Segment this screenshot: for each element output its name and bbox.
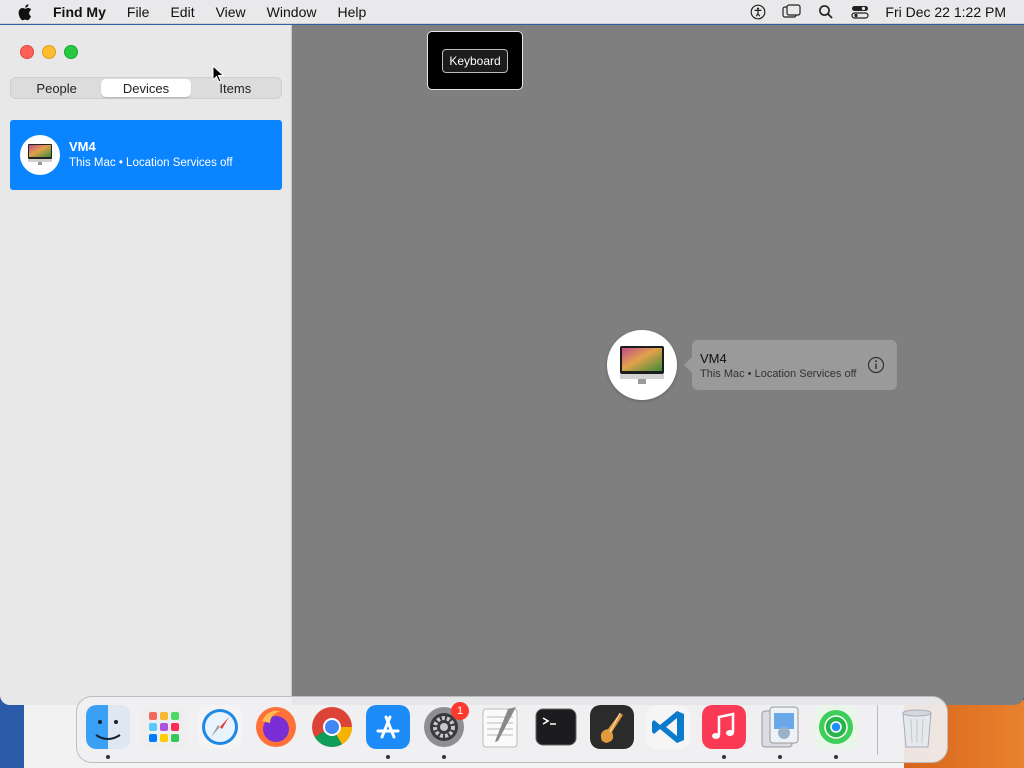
- map-device-pin[interactable]: [607, 330, 677, 400]
- running-indicator: [442, 755, 446, 759]
- find-my-icon[interactable]: [814, 705, 858, 749]
- menu-view[interactable]: View: [216, 4, 246, 20]
- callout-device-subtitle: This Mac • Location Services off: [700, 368, 857, 380]
- running-indicator: [778, 755, 782, 759]
- menu-clock[interactable]: Fri Dec 22 1:22 PM: [885, 4, 1006, 20]
- app-store-icon[interactable]: [366, 705, 410, 749]
- launchpad-icon[interactable]: [142, 705, 186, 749]
- device-list-item[interactable]: VM4 This Mac • Location Services off: [10, 120, 282, 190]
- spotlight-search-icon[interactable]: [815, 4, 837, 20]
- safari-icon[interactable]: [198, 705, 242, 749]
- sidebar: People Devices Items VM4 This Mac • Loca…: [0, 25, 292, 705]
- control-center-icon[interactable]: [849, 4, 871, 20]
- dock-separator: [877, 705, 878, 755]
- zoom-button[interactable]: [64, 45, 78, 59]
- close-button[interactable]: [20, 45, 34, 59]
- firefox-icon[interactable]: [254, 705, 298, 749]
- vscode-icon[interactable]: [646, 705, 690, 749]
- running-indicator: [106, 755, 110, 759]
- running-indicator: [722, 755, 726, 759]
- running-indicator: [834, 755, 838, 759]
- garageband-icon[interactable]: [590, 705, 634, 749]
- tab-people[interactable]: People: [12, 79, 101, 97]
- mouse-cursor-icon: [212, 65, 225, 83]
- tab-devices[interactable]: Devices: [101, 79, 191, 97]
- device-subtitle: This Mac • Location Services off: [69, 157, 233, 169]
- menu-file[interactable]: File: [127, 4, 150, 20]
- callout-device-name: VM4: [700, 351, 727, 366]
- chrome-icon[interactable]: [310, 705, 354, 749]
- running-indicator: [386, 755, 390, 759]
- keyboard-button[interactable]: Keyboard: [442, 48, 508, 73]
- preview-icon[interactable]: [758, 705, 802, 749]
- accessibility-icon[interactable]: [747, 4, 769, 20]
- menu-edit[interactable]: Edit: [170, 4, 194, 20]
- apple-menu-icon[interactable]: [17, 3, 37, 21]
- menu-help[interactable]: Help: [337, 4, 366, 20]
- desktop-wallpaper-left: [0, 700, 24, 768]
- imac-icon: [620, 346, 664, 384]
- sidebar-tabs: People Devices Items: [10, 77, 282, 99]
- device-callout[interactable]: VM4 This Mac • Location Services off: [684, 340, 897, 390]
- dock: 1: [76, 696, 948, 763]
- device-avatar: [20, 135, 60, 175]
- music-icon[interactable]: [702, 705, 746, 749]
- menu-app-name[interactable]: Find My: [53, 4, 106, 20]
- keyboard-viewer-popup: Keyboard: [427, 31, 523, 90]
- info-icon[interactable]: [867, 356, 885, 379]
- menu-window[interactable]: Window: [267, 4, 317, 20]
- finder-icon[interactable]: [86, 705, 130, 749]
- menu-bar: Find My File Edit View Window Help Fri D…: [0, 0, 1024, 24]
- minimize-button[interactable]: [42, 45, 56, 59]
- screen-mirroring-icon[interactable]: [781, 3, 803, 20]
- trash-icon[interactable]: [895, 705, 939, 749]
- imac-icon: [28, 144, 52, 165]
- window-controls: [20, 45, 78, 59]
- tab-items[interactable]: Items: [191, 79, 280, 97]
- device-name: VM4: [69, 139, 96, 154]
- textedit-icon[interactable]: [478, 705, 522, 749]
- notification-badge: 1: [451, 702, 469, 720]
- terminal-icon[interactable]: [534, 705, 578, 749]
